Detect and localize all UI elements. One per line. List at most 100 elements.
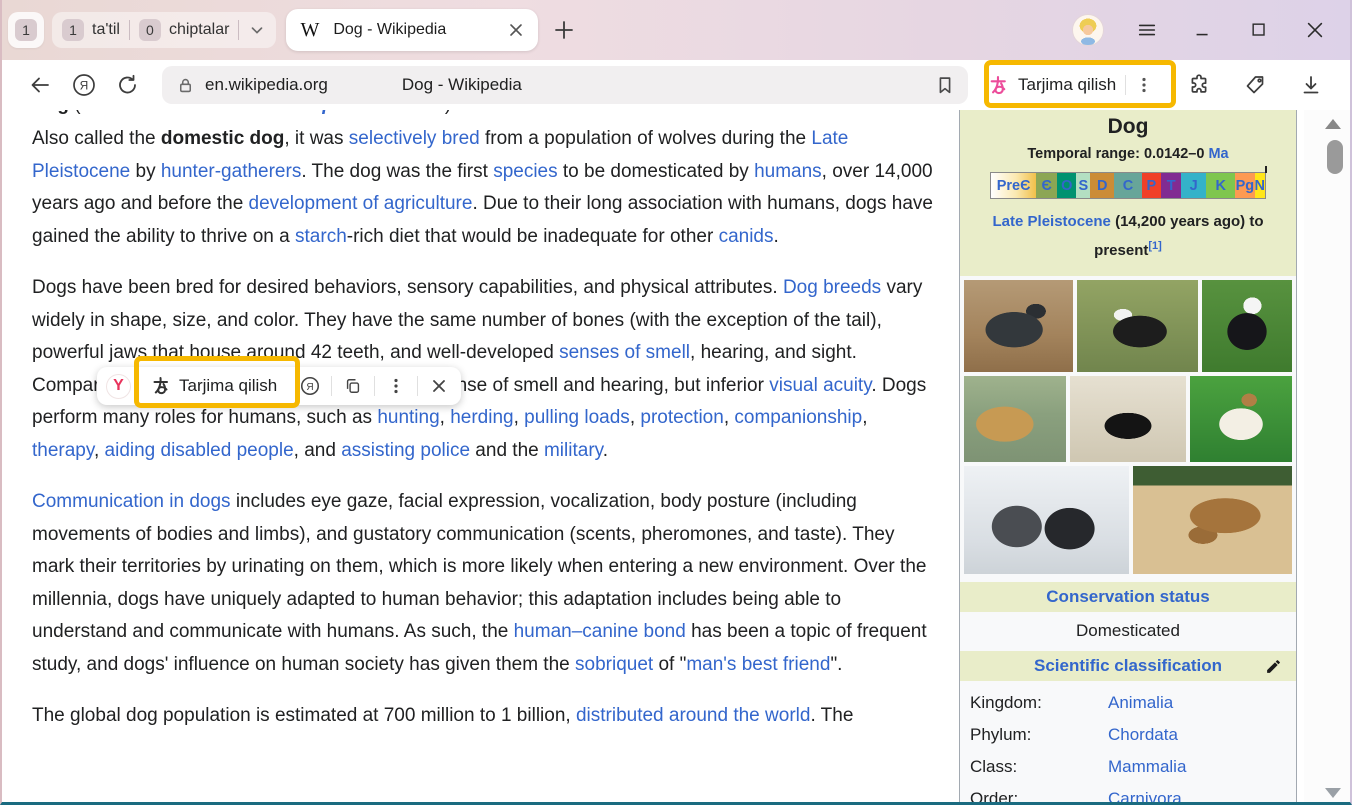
dog-photo-sled-dogs-snow[interactable] [964,466,1129,574]
wiki-link[interactable]: man's best friend [686,654,830,675]
wiki-link[interactable]: assisting police [341,440,470,461]
timeline-period-PreЄ[interactable]: PreЄ [991,173,1036,198]
scientific-classification-link[interactable]: Scientific classification [1034,656,1222,675]
page-scrollbar[interactable] [1304,110,1350,805]
wiki-link[interactable]: companionship [734,407,862,428]
wiki-link[interactable]: selectively bred [349,128,480,149]
close-button[interactable] [1302,17,1328,43]
timeline-bar[interactable]: PreЄЄOSDCPTJKPgN [990,172,1266,199]
new-tab-button[interactable] [550,16,578,44]
popup-translate-label: Tarjima qilish [179,376,277,396]
wiki-link[interactable]: humans [754,161,822,182]
popup-translate-button[interactable]: Tarjima qilish [139,376,289,396]
dog-photo-black-white-dog-grass[interactable] [1077,280,1198,372]
edit-icon[interactable] [1265,658,1282,675]
tab-group-item[interactable]: 0chiptalar [139,19,229,41]
timeline-period-T[interactable]: T [1161,173,1181,198]
classification-value-link[interactable]: Carnivora [1108,789,1182,805]
yandex-search-icon[interactable]: Я [297,373,323,399]
classification-value-link[interactable]: Mammalia [1108,757,1186,777]
profile-avatar[interactable] [1072,14,1104,46]
timeline-period-K[interactable]: K [1206,173,1235,198]
popup-close-icon[interactable] [426,373,452,399]
wiki-link[interactable]: Canis familiaris [81,110,221,115]
conservation-status-link[interactable]: Conservation status [1046,587,1209,606]
wiki-link[interactable]: hunter-gatherers [161,161,301,182]
timeline-period-P[interactable]: P [1142,173,1161,198]
popup-menu-icon[interactable] [383,373,409,399]
scrollbar-down-arrow-icon[interactable] [1325,788,1341,798]
wiki-link[interactable]: Canis lupus familiaris [248,110,444,115]
wiki-link[interactable]: protection [640,407,723,428]
wiki-link[interactable]: pulling loads [524,407,630,428]
wiki-link[interactable]: visual acuity [769,375,871,396]
pinned-tab-tile[interactable]: 1 [8,12,44,48]
reference-link[interactable]: [1] [1148,240,1161,252]
address-bar[interactable]: en.wikipedia.org Dog - Wikipedia [162,66,968,104]
wiki-link[interactable]: herding [450,407,513,428]
toolbar-right-icons [1179,67,1331,103]
wiki-link[interactable]: therapy [32,440,94,461]
download-icon[interactable] [1291,67,1331,103]
dog-photo-terrier-grass[interactable] [1190,376,1292,462]
timeline-period-Є[interactable]: Є [1036,173,1057,198]
dog-photo-black-labrador-snow[interactable] [1070,376,1186,462]
timeline-period-N[interactable]: N [1255,173,1265,198]
tab-group[interactable]: 1ta'til 0chiptalar [52,12,276,48]
wiki-link[interactable]: canids [719,226,774,247]
text: (14,200 years ago) to present [1094,213,1263,259]
translate-button[interactable]: Tarjima qilish [976,65,1165,105]
taxobox-header: Dog Temporal range: 0.0142–0 Ma PreЄЄOSD… [960,110,1296,276]
wiki-link[interactable]: human–canine bond [514,621,686,642]
divider [374,376,375,396]
wiki-link[interactable]: species [493,161,557,182]
wiki-link[interactable]: wolf [766,110,800,115]
wiki-link[interactable]: Communication in dogs [32,491,231,512]
wiki-link[interactable]: distributed around the world [576,705,810,726]
text: , [94,440,105,461]
wiki-link[interactable]: Late Pleistocene [993,213,1111,230]
bookmark-icon[interactable] [934,73,956,97]
reload-icon[interactable] [106,67,150,103]
yandex-home-icon[interactable]: Я [62,67,106,103]
dog-photo-mottled-dog-running[interactable] [964,280,1073,372]
timeline-period-J[interactable]: J [1181,173,1206,198]
timeline-period-Pg[interactable]: Pg [1235,173,1254,198]
timeline-period-C[interactable]: C [1114,173,1141,198]
dog-photo-long-haired-dog-lawn[interactable] [1202,280,1292,372]
paragraph-text: The global dog population is estimated a… [32,705,853,726]
translate-menu-icon[interactable] [1135,76,1153,94]
wiki-link[interactable]: development of agriculture [249,193,473,214]
classification-value-link[interactable]: Chordata [1108,725,1178,745]
scrollbar-thumb[interactable] [1327,140,1343,174]
ma-link[interactable]: Ma [1208,146,1228,162]
wiki-link[interactable]: Dog breeds [783,277,881,298]
copy-icon[interactable] [340,373,366,399]
tab-group-item[interactable]: 1ta'til [62,19,120,41]
scrollbar-up-arrow-icon[interactable] [1325,119,1341,129]
dog-photo-dog-with-puppies-sand[interactable] [1133,466,1292,574]
classification-value-link[interactable]: Animalia [1108,693,1173,713]
chevron-down-icon[interactable] [248,21,266,39]
dog-photo-golden-retriever-water[interactable] [964,376,1066,462]
timeline-period-D[interactable]: D [1090,173,1114,198]
back-icon[interactable] [18,67,62,103]
wiki-link[interactable]: hunting [377,407,439,428]
wiki-link[interactable]: military [544,440,603,461]
wiki-link[interactable]: aiding disabled people [105,440,294,461]
wiki-link[interactable]: senses of smell [559,342,690,363]
extensions-icon[interactable] [1179,67,1219,103]
timeline-period-S[interactable]: S [1076,173,1090,198]
paragraph-text: Dog (Canis familiaris or Canis lupus fam… [32,110,934,122]
maximize-button[interactable] [1246,17,1272,43]
active-tab[interactable]: W Dog - Wikipedia [286,9,538,51]
timeline-period-O[interactable]: O [1057,173,1076,198]
menu-icon[interactable] [1134,17,1160,43]
url-host[interactable]: en.wikipedia.org [205,75,328,95]
lock-icon[interactable] [176,76,195,95]
tag-icon[interactable] [1235,67,1275,103]
tab-close-icon[interactable] [508,22,524,38]
minimize-button[interactable] [1190,17,1216,43]
wiki-link[interactable]: sobriquet [575,654,653,675]
wiki-link[interactable]: starch [295,226,347,247]
